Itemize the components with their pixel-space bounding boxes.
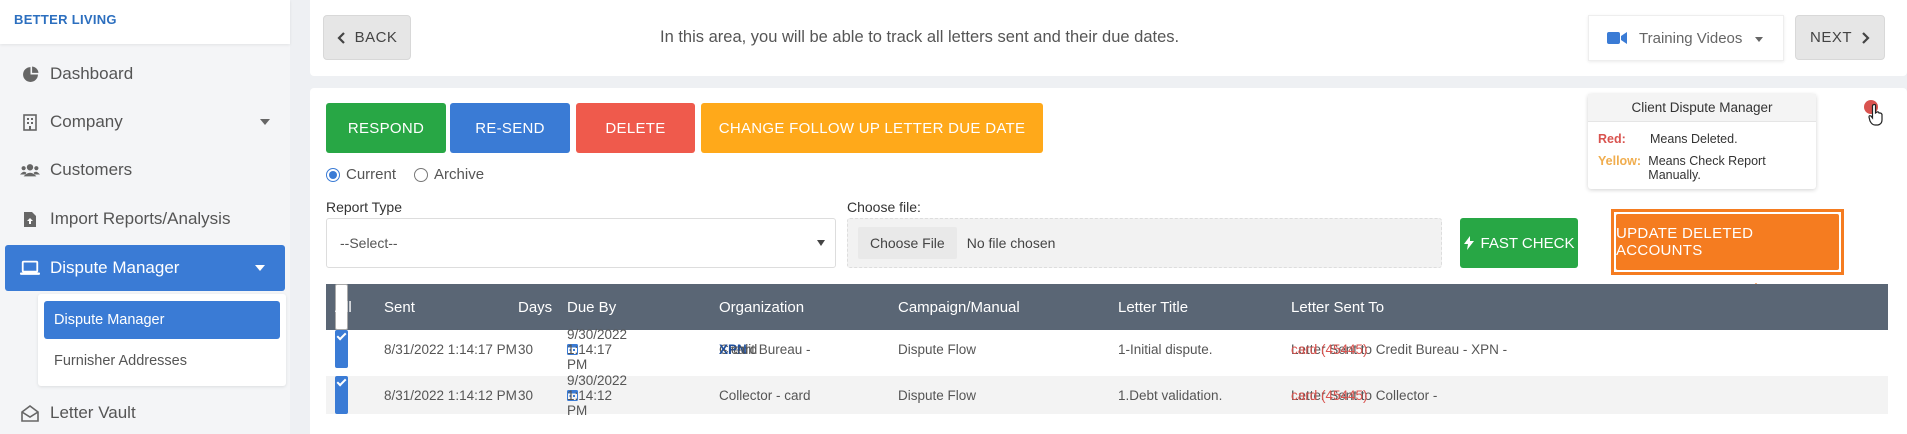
- back-label: BACK: [354, 29, 398, 46]
- next-label: NEXT: [1809, 29, 1852, 46]
- resend-button[interactable]: RE-SEND: [450, 103, 570, 153]
- file-upload-icon: [20, 209, 40, 229]
- delete-button[interactable]: DELETE: [576, 103, 695, 153]
- choose-file-button[interactable]: Choose File: [858, 227, 957, 259]
- sidebar: BETTER LIVING Dashboard Company Customer…: [0, 0, 290, 434]
- sent-to-card: card (45445): [1291, 387, 1368, 403]
- cell-due-by-text: 9/30/2022 1:14:17 PM: [567, 326, 628, 372]
- header-letter-title[interactable]: Letter Title: [1118, 284, 1188, 330]
- cell-letter-title: 1.Debt validation.: [1118, 387, 1223, 403]
- dispute-submenu: Dispute Manager Furnisher Addresses: [38, 294, 286, 386]
- next-button[interactable]: NEXT: [1795, 15, 1885, 60]
- cell-letter-title: 1-Initial dispute.: [1118, 341, 1213, 357]
- chevron-down-icon: [255, 265, 265, 271]
- hand-pointer-icon: [1868, 104, 1883, 126]
- laptop-icon: [20, 258, 40, 278]
- envelope-open-icon: [20, 403, 40, 423]
- brand-header: BETTER LIVING: [0, 0, 290, 44]
- caret-down-icon: [1755, 37, 1763, 42]
- sidebar-item-label: Letter Vault: [50, 403, 136, 422]
- cell-due-by: 9/30/2022 1:14:12 PM: [567, 373, 627, 418]
- legend-key: Yellow:: [1598, 154, 1642, 168]
- report-type-select[interactable]: --Select--: [326, 218, 836, 268]
- cell-days: 30: [518, 387, 534, 403]
- header-days[interactable]: Days: [518, 284, 552, 330]
- respond-button[interactable]: RESPOND: [326, 103, 446, 153]
- submenu-item-furnisher-addresses[interactable]: Furnisher Addresses: [44, 342, 280, 380]
- building-icon: [20, 112, 40, 132]
- sidebar-item-customers[interactable]: Customers: [0, 147, 290, 193]
- view-toggle: Current Archive: [326, 166, 484, 183]
- cell-campaign: Dispute Flow: [898, 341, 977, 357]
- sidebar-item-label: Company: [50, 112, 123, 131]
- back-button[interactable]: BACK: [323, 15, 411, 60]
- sidebar-item-dispute-manager[interactable]: Dispute Manager: [5, 245, 285, 291]
- sidebar-item-label: Dashboard: [50, 64, 134, 83]
- report-type-value: --Select--: [340, 235, 398, 251]
- legend-value: Means Check Report Manually.: [1648, 154, 1766, 182]
- header-organization[interactable]: Organization: [719, 284, 804, 330]
- table-row[interactable]: 8/31/2022 1:14:17 PM 30 9/30/2022 1:14:1…: [326, 327, 1888, 372]
- archive-radio[interactable]: [414, 167, 429, 182]
- chevron-down-icon: [260, 119, 270, 125]
- cell-organization: Collector - card: [719, 387, 811, 403]
- legend-row-red: Red: Means Deleted.: [1598, 132, 1738, 146]
- choose-file-label: Choose file:: [847, 199, 921, 215]
- fast-check-label: FAST CHECK: [1480, 234, 1575, 252]
- change-follow-up-due-date-button[interactable]: CHANGE FOLLOW UP LETTER DUE DATE: [701, 103, 1043, 153]
- video-camera-icon: [1607, 32, 1627, 44]
- legend-row-yellow: Yellow: Means Check Report Manually.: [1598, 154, 1816, 182]
- page-description: In this area, you will be able to track …: [660, 28, 1180, 46]
- legend-title: Client Dispute Manager: [1588, 94, 1816, 122]
- table-header: All Sent Days Due By Organization Campai…: [326, 284, 1888, 330]
- file-input[interactable]: Choose File No file chosen: [847, 218, 1442, 268]
- legend-popover: Client Dispute Manager Red: Means Delete…: [1588, 94, 1816, 189]
- sidebar-item-label: Import Reports/Analysis: [50, 209, 231, 228]
- bolt-icon: [1463, 236, 1474, 250]
- brand-logo[interactable]: BETTER LIVING: [14, 12, 117, 27]
- sidebar-item-dashboard[interactable]: Dashboard: [0, 51, 290, 97]
- legend-value: Means Deleted.: [1650, 132, 1738, 146]
- submenu-item-dispute-manager[interactable]: Dispute Manager: [44, 301, 280, 339]
- sidebar-item-label: Dispute Manager: [50, 258, 180, 277]
- archive-label: Archive: [434, 166, 485, 183]
- header-sent[interactable]: Sent: [384, 284, 415, 330]
- cell-sent: 8/31/2022 1:14:12 PM: [384, 387, 517, 403]
- cell-due-by-text: 9/30/2022 1:14:12 PM: [567, 372, 628, 418]
- sidebar-item-label: Customers: [50, 160, 133, 179]
- sidebar-item-letter-vault[interactable]: Letter Vault: [0, 390, 290, 434]
- header-letter-sent-to[interactable]: Letter Sent To: [1291, 284, 1384, 330]
- pie-chart-icon: [20, 64, 40, 84]
- users-icon: [20, 160, 40, 180]
- training-videos-label: Training Videos: [1639, 29, 1743, 47]
- table-row[interactable]: 8/31/2022 1:14:12 PM 30 9/30/2022 1:14:1…: [326, 373, 1888, 418]
- sidebar-item-import-reports[interactable]: Import Reports/Analysis: [0, 196, 290, 242]
- row-checkbox[interactable]: [335, 330, 348, 368]
- report-type-label: Report Type: [326, 199, 403, 215]
- cell-campaign: Dispute Flow: [898, 387, 977, 403]
- fast-check-button[interactable]: FAST CHECK: [1460, 218, 1578, 268]
- sent-to-card: card (45445): [1291, 341, 1368, 357]
- caret-down-icon: [817, 240, 825, 246]
- current-radio[interactable]: [326, 167, 340, 182]
- cell-days: 30: [518, 341, 534, 357]
- training-videos-dropdown[interactable]: Training Videos: [1588, 15, 1784, 61]
- header-due-by[interactable]: Due By: [567, 284, 616, 330]
- update-deleted-accounts-button[interactable]: UPDATE DELETED ACCOUNTS: [1616, 214, 1839, 270]
- top-bar: BACK In this area, you will be able to t…: [310, 0, 1907, 76]
- sidebar-item-company[interactable]: Company: [0, 99, 290, 145]
- header-all: All: [335, 298, 352, 316]
- row-checkbox[interactable]: [335, 376, 348, 414]
- no-file-text: No file chosen: [966, 235, 1056, 251]
- cell-due-by: 9/30/2022 1:14:17 PM: [567, 327, 627, 372]
- dispute-panel: RESPOND RE-SEND DELETE CHANGE FOLLOW UP …: [310, 88, 1907, 434]
- org-suffix: - card: [719, 341, 758, 357]
- chevron-left-icon: [337, 31, 345, 44]
- cell-sent: 8/31/2022 1:14:17 PM: [384, 341, 517, 357]
- current-label: Current: [346, 166, 397, 183]
- header-campaign[interactable]: Campaign/Manual: [898, 284, 1020, 330]
- legend-key: Red:: [1598, 132, 1626, 146]
- chevron-right-icon: [1862, 31, 1870, 44]
